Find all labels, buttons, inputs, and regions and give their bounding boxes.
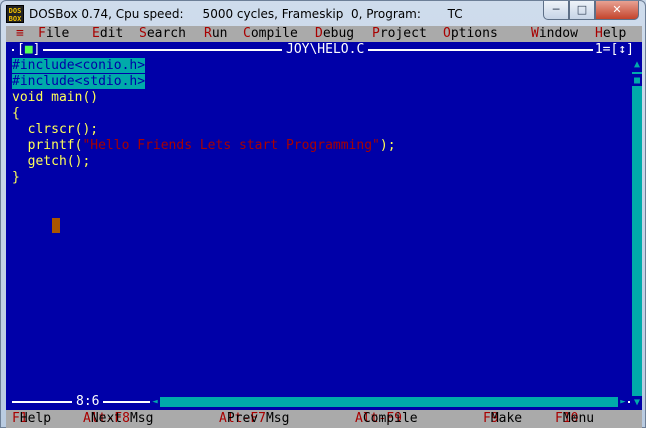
menu-file[interactable]: File (38, 26, 69, 42)
title-bar[interactable]: DOS BOX DOSBox 0.74, Cpu speed: 5000 cyc… (1, 1, 645, 27)
scroll-thumb[interactable]: ■ (632, 74, 642, 86)
editor-bottom-frame: 8:6 ◄ ► (6, 394, 642, 410)
editor-top-frame: [■] JOY\HELO.C 1=[↕] (6, 42, 642, 58)
status-bar: F1 Help Alt-F8 Next Msg Alt-F7 Prev Msg … (6, 410, 642, 428)
menu-help[interactable]: Help (595, 26, 626, 42)
turbo-c-screen: ≡ File Edit Search Run Compile Debug Pro… (6, 26, 642, 428)
dosbox-app-icon[interactable]: DOS BOX (6, 5, 24, 23)
code-line[interactable]: } (12, 170, 632, 186)
scroll-right-icon[interactable]: ► (618, 397, 628, 407)
menu-search[interactable]: Search (139, 26, 186, 42)
close-box-icon: ■ (24, 42, 33, 57)
menu-project[interactable]: Project (372, 26, 427, 42)
menu-options[interactable]: Options (443, 26, 498, 42)
window-title: DOSBox 0.74, Cpu speed: 5000 cycles, Fra… (29, 7, 463, 21)
code-line[interactable]: getch(); (12, 154, 632, 170)
menu-edit[interactable]: Edit (92, 26, 123, 42)
system-menu-icon[interactable]: ≡ (16, 26, 24, 42)
window-number: 1= (594, 42, 611, 57)
file-name: JOY\HELO.C (282, 42, 369, 58)
menu-run[interactable]: Run (204, 26, 227, 42)
zoom-box-icon: [↕] (610, 42, 634, 57)
code-line[interactable]: printf("Hello Friends Lets start Program… (12, 138, 632, 154)
cursor-position: 8:6 (72, 394, 104, 410)
code-line[interactable]: #include<conio.h> (12, 58, 632, 74)
vertical-scrollbar[interactable]: ▲ ■ ▼ (632, 58, 642, 410)
close-box[interactable]: [■] (14, 42, 44, 58)
menu-window[interactable]: Window (531, 26, 578, 42)
code-line[interactable]: { (12, 106, 632, 122)
window-number-zoom[interactable]: 1=[↕] (592, 42, 636, 58)
menu-debug[interactable]: Debug (315, 26, 354, 42)
minimize-button[interactable]: ─ (543, 1, 569, 20)
string-literal: "Hello Friends Lets start Programming" (82, 138, 380, 153)
dosbox-window: DOS BOX DOSBox 0.74, Cpu speed: 5000 cyc… (0, 0, 646, 428)
scroll-up-icon[interactable]: ▲ (632, 58, 642, 72)
horizontal-scrollbar[interactable]: ◄ ► (150, 397, 628, 407)
close-button[interactable]: ✕ (595, 1, 639, 20)
menu-bar: ≡ File Edit Search Run Compile Debug Pro… (6, 26, 642, 42)
scroll-left-icon[interactable]: ◄ (150, 397, 160, 407)
menu-compile[interactable]: Compile (243, 26, 298, 42)
code-line[interactable]: #include<stdio.h> (12, 74, 632, 90)
text-cursor (52, 218, 60, 233)
maximize-button[interactable]: □ (569, 1, 595, 20)
code-line[interactable]: void main() (12, 90, 632, 106)
code-line[interactable]: clrscr(); (12, 122, 632, 138)
